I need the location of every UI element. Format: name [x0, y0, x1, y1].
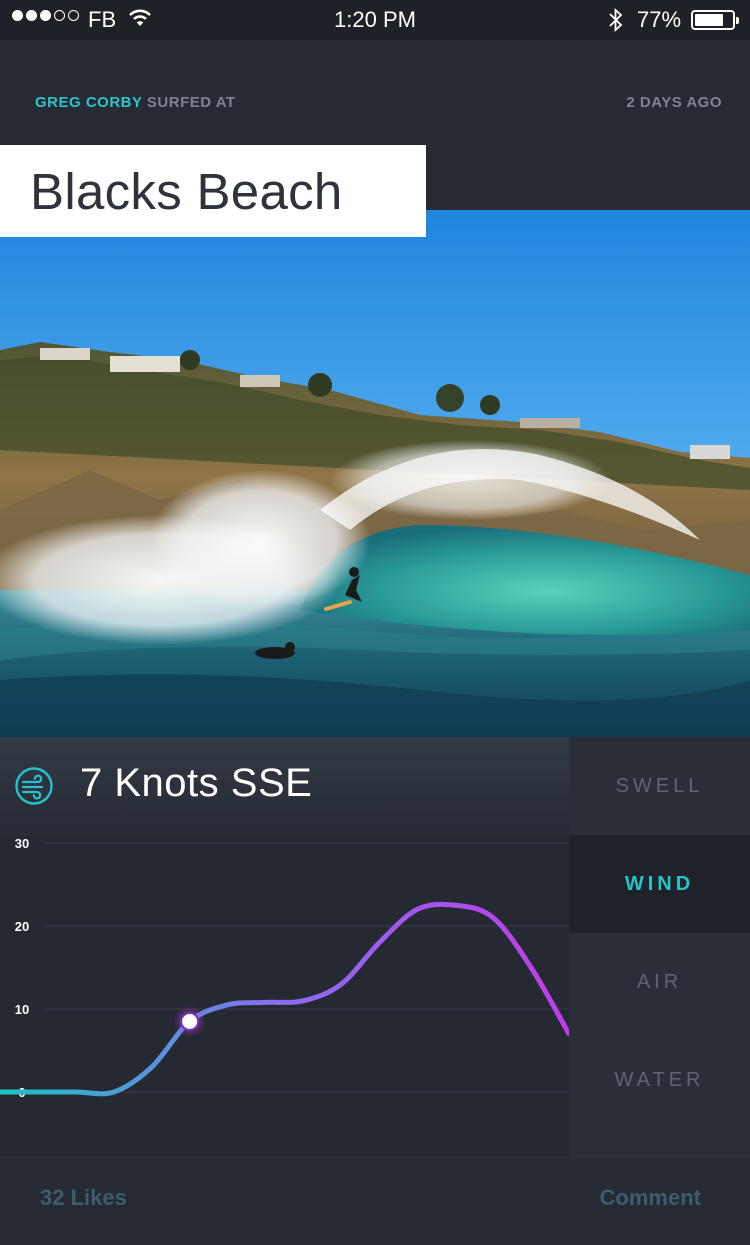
- spot-title-box: Blacks Beach: [0, 145, 426, 237]
- bluetooth-icon: [606, 7, 626, 39]
- battery-icon: [691, 10, 739, 30]
- current-point-marker[interactable]: [180, 1011, 200, 1031]
- conditions-tabs: SWELL WIND AIR WATER: [569, 737, 750, 1157]
- surf-photo[interactable]: [0, 210, 750, 737]
- tab-air[interactable]: AIR: [569, 933, 750, 1031]
- conditions-header: 7 Knots SSE: [0, 737, 569, 835]
- post-footer: 32 Likes Comment: [0, 1157, 750, 1245]
- y-tick-label: 10: [15, 1002, 29, 1017]
- post-timestamp: 2 DAYS AGO: [626, 94, 722, 111]
- tab-wind[interactable]: WIND: [569, 835, 750, 933]
- wind-icon: [14, 766, 54, 811]
- wind-series-line: [0, 901, 569, 1097]
- conditions-panel: 7 Knots SSE 30 20 10 0 SWELL WIND AIR WATER: [0, 737, 750, 1157]
- tab-water[interactable]: WATER: [569, 1031, 750, 1129]
- user-name-link[interactable]: GREG CORBY: [35, 94, 142, 111]
- post-action: SURFED AT: [146, 94, 236, 111]
- comment-button[interactable]: Comment: [600, 1185, 701, 1211]
- wind-chart[interactable]: 3020100: [0, 835, 569, 1145]
- tab-swell[interactable]: SWELL: [569, 737, 750, 835]
- y-tick-label: 20: [15, 919, 29, 934]
- spot-title[interactable]: Blacks Beach: [30, 162, 343, 221]
- likes-button[interactable]: 32 Likes: [40, 1185, 127, 1211]
- conditions-reading: 7 Knots SSE: [80, 761, 313, 805]
- status-bar: FB 1:20 PM 77%: [0, 0, 750, 40]
- battery-percent: 77%: [637, 7, 682, 32]
- y-tick-label: 30: [15, 836, 29, 851]
- post-meta: GREG CORBY SURFED AT: [35, 94, 236, 111]
